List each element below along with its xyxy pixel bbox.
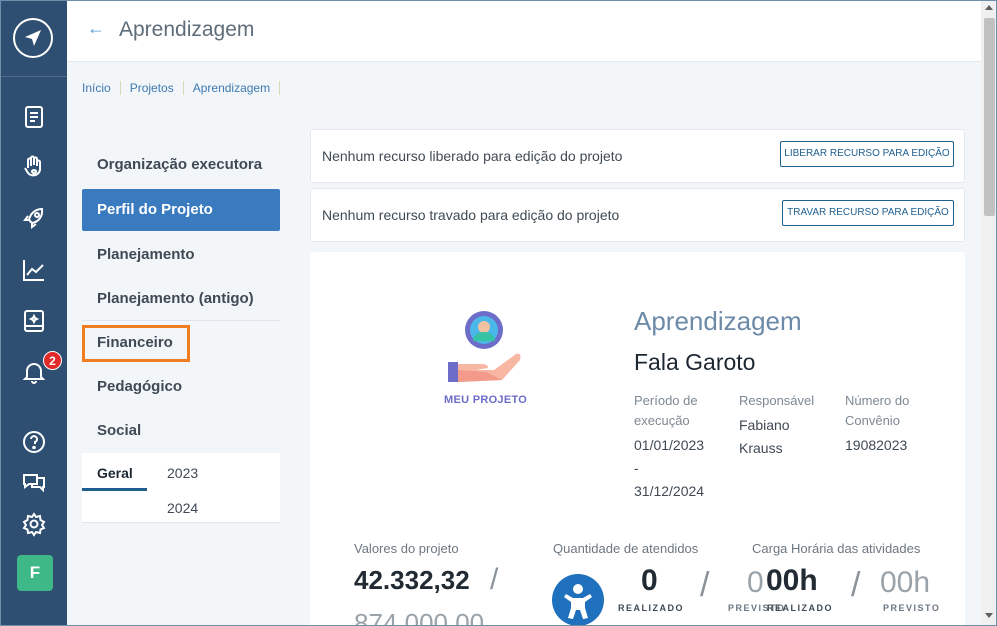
scroll-up-arrow-icon[interactable] bbox=[985, 5, 993, 10]
page-title: Aprendizagem bbox=[119, 18, 255, 41]
values-label: Valores do projeto bbox=[354, 541, 459, 556]
menu-item-planejamento[interactable]: Planejamento bbox=[82, 233, 280, 277]
responsible-last-name: Krauss bbox=[739, 440, 783, 456]
project-illustration-label: MEU PROJETO bbox=[444, 394, 528, 406]
menu-item-perfil[interactable]: Perfil do Projeto bbox=[82, 189, 280, 231]
financeiro-wrapper: Financeiro bbox=[82, 321, 280, 365]
attendees-slash: / bbox=[700, 566, 710, 604]
book-icon[interactable] bbox=[21, 308, 47, 334]
responsible-label: Responsável bbox=[739, 393, 815, 408]
lock-resource-button[interactable]: TRAVAR RECURSO PARA EDIÇÃO bbox=[782, 200, 954, 226]
hours-realized-label: REALIZADO bbox=[767, 603, 833, 613]
breadcrumb-aprendizagem[interactable]: Aprendizagem bbox=[193, 81, 281, 95]
hours-realized: 00h bbox=[766, 564, 818, 597]
page-header: ← Aprendizagem bbox=[67, 1, 981, 62]
responsible-first-name: Fabiano bbox=[739, 417, 790, 433]
menu-item-social[interactable]: Social bbox=[82, 409, 280, 453]
attendees-realized: 0 bbox=[641, 564, 658, 597]
chat-icon[interactable] bbox=[21, 469, 47, 495]
values-realized: 42.332,32 bbox=[354, 565, 470, 595]
chart-icon[interactable] bbox=[21, 257, 47, 283]
values-slash: / bbox=[490, 563, 499, 596]
hours-slash: / bbox=[851, 566, 861, 604]
user-avatar[interactable]: F bbox=[17, 555, 53, 591]
rocket-icon[interactable] bbox=[21, 205, 47, 231]
attendees-planned: 0 bbox=[747, 566, 764, 599]
scroll-thumb[interactable] bbox=[984, 18, 995, 216]
menu-item-pedagogico[interactable]: Pedagógico bbox=[82, 365, 280, 409]
agreement-number: 19082023 bbox=[845, 437, 908, 453]
breadcrumb: Início Projetos Aprendizagem bbox=[82, 81, 289, 95]
hand-heart-icon[interactable] bbox=[21, 154, 47, 180]
subtab-2023[interactable]: 2023 bbox=[167, 465, 198, 481]
period-dash: - bbox=[634, 460, 639, 476]
subtab-2024[interactable]: 2024 bbox=[167, 500, 198, 516]
back-arrow-icon[interactable]: ← bbox=[87, 18, 105, 39]
sidebar-divider bbox=[1, 76, 67, 77]
help-icon[interactable] bbox=[21, 429, 47, 455]
sidebar: 2 F bbox=[1, 1, 67, 625]
social-subtabs: Geral 2023 2024 bbox=[82, 453, 280, 523]
scroll-down-arrow-icon[interactable] bbox=[985, 613, 993, 618]
hours-planned-label: PREVISTO bbox=[883, 603, 941, 613]
period-end: 31/12/2024 bbox=[634, 483, 705, 499]
project-name: Aprendizagem bbox=[634, 306, 802, 336]
hours-label: Carga Horária das atividades bbox=[752, 541, 921, 556]
child-icon bbox=[552, 574, 604, 625]
document-icon[interactable] bbox=[21, 104, 47, 130]
attendees-label: Quantidade de atendidos bbox=[553, 541, 699, 556]
period-label-2: execução bbox=[634, 413, 690, 428]
locked-resources-text: Nenhum recurso travado para edição do pr… bbox=[322, 207, 620, 223]
subtab-active-indicator bbox=[82, 488, 147, 491]
breadcrumb-projetos[interactable]: Projetos bbox=[130, 81, 184, 95]
attendees-realized-label: REALIZADO bbox=[618, 603, 684, 613]
app-logo-icon[interactable] bbox=[13, 18, 53, 58]
project-subtitle: Fala Garoto bbox=[634, 349, 756, 375]
locked-resources-bar: Nenhum recurso travado para edição do pr… bbox=[310, 188, 965, 242]
hours-planned: 00h bbox=[880, 566, 931, 599]
menu-item-planejamento-antigo[interactable]: Planejamento (antigo) bbox=[82, 277, 280, 321]
financeiro-highlight bbox=[82, 325, 190, 362]
gear-icon[interactable] bbox=[21, 511, 47, 537]
period-start: 01/01/2023 bbox=[634, 437, 705, 453]
project-profile-card: MEU PROJETO Aprendizagem Fala Garoto Per… bbox=[310, 252, 965, 626]
release-resource-button[interactable]: LIBERAR RECURSO PARA EDIÇÃO bbox=[780, 141, 954, 167]
project-menu: Organização executora Perfil do Projeto … bbox=[82, 143, 280, 523]
breadcrumb-inicio[interactable]: Início bbox=[82, 81, 121, 95]
agreement-label-2: Convênio bbox=[845, 413, 900, 428]
released-resources-bar: Nenhum recurso liberado para edição do p… bbox=[310, 129, 965, 183]
subtab-geral[interactable]: Geral bbox=[97, 465, 133, 481]
app-window: 2 F ← Aprendizagem Início Projetos Apren… bbox=[0, 0, 997, 626]
released-resources-text: Nenhum recurso liberado para edição do p… bbox=[322, 148, 623, 164]
menu-item-organizacao[interactable]: Organização executora bbox=[82, 143, 280, 187]
project-illustration-icon bbox=[448, 311, 521, 382]
vertical-scrollbar[interactable] bbox=[981, 1, 996, 625]
notification-badge: 2 bbox=[43, 351, 62, 370]
agreement-label-1: Número do bbox=[845, 393, 910, 408]
period-label-1: Período de bbox=[634, 393, 698, 408]
values-planned: 874.000,00 bbox=[354, 608, 485, 626]
